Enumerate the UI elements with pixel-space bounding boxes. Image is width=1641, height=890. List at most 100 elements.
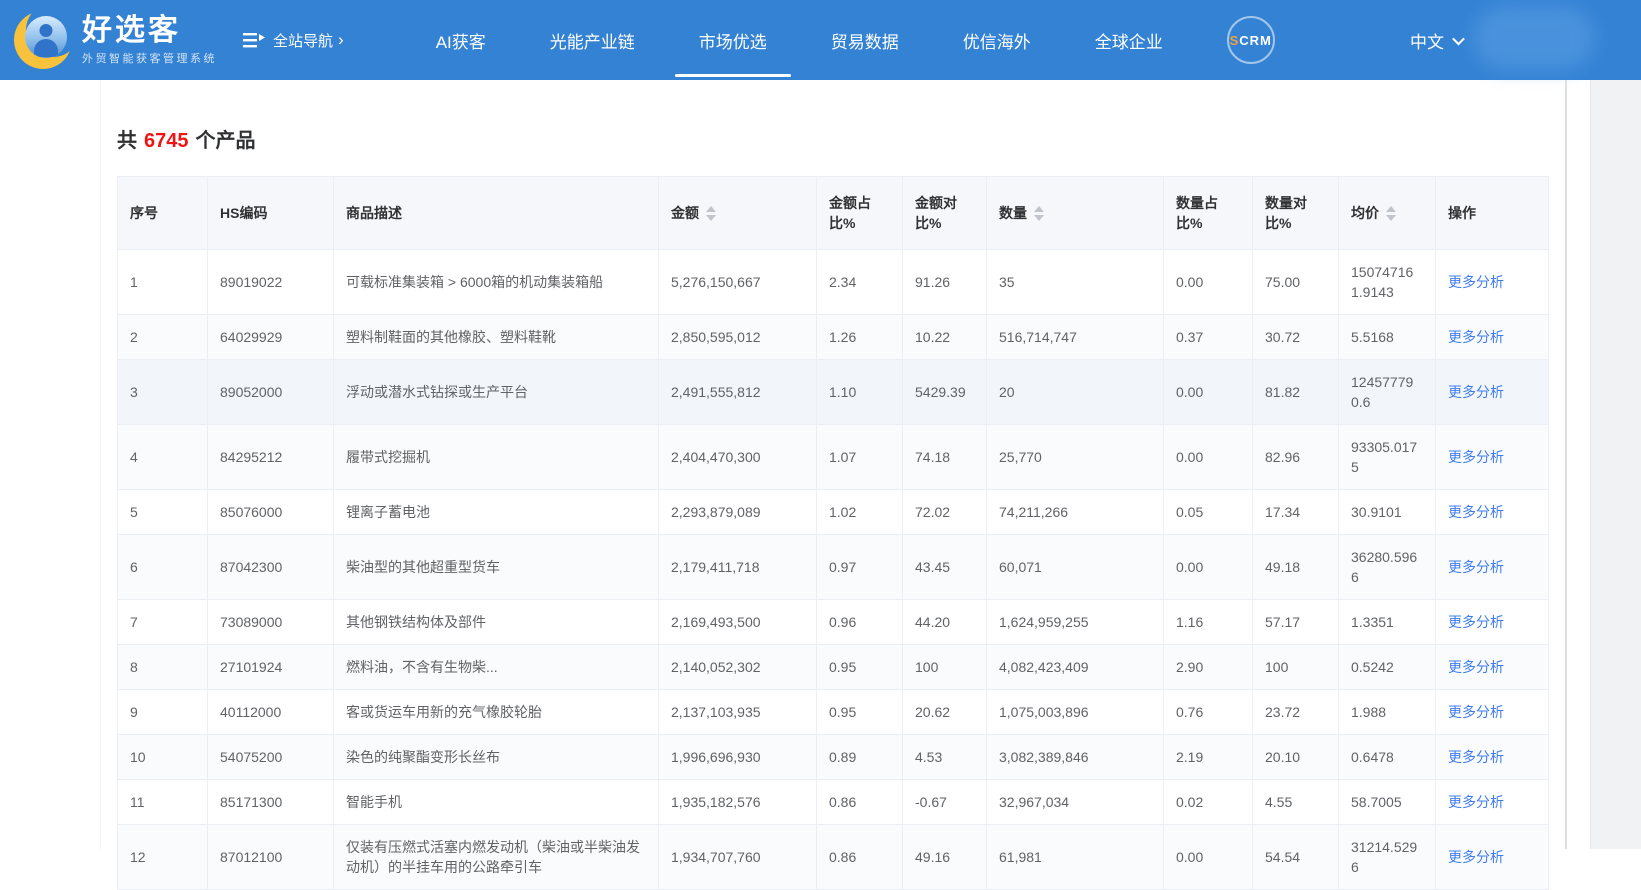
cell-quantity: 35: [986, 249, 1164, 315]
main-content: 共 6745 个产品 序号 HS编码 商品描述 金额 金额占比% 金额对比% 数量 数量占比% 数量…: [0, 124, 1641, 890]
nav-item-trade-data[interactable]: 贸易数据: [831, 28, 899, 53]
cell-amount: 2,404,470,300: [658, 424, 817, 490]
cell-amount: 2,293,879,089: [658, 489, 817, 535]
more-analysis-link[interactable]: 更多分析: [1448, 794, 1504, 810]
cell-index: 3: [117, 359, 208, 425]
sort-icon[interactable]: [706, 205, 716, 221]
cell-avg-price: 31214.5296: [1338, 824, 1436, 890]
site-nav-label: 全站导航: [273, 32, 334, 50]
cell-quantity-yoy: 20.10: [1252, 734, 1339, 780]
table-row: 5 85076000 锂离子蓄电池 2,293,879,089 1.02 72.02 74,…: [117, 489, 1549, 535]
more-analysis-link[interactable]: 更多分析: [1448, 659, 1504, 675]
cell-amount: 2,169,493,500: [658, 599, 817, 645]
cell-quantity-yoy: 23.72: [1252, 689, 1339, 735]
cell-amount: 2,491,555,812: [658, 359, 817, 425]
more-analysis-link[interactable]: 更多分析: [1448, 274, 1504, 290]
column-header-seq: 序号: [117, 176, 208, 250]
nav-item-global-company[interactable]: 全球企业: [1095, 28, 1163, 53]
nav-item-ai[interactable]: AI获客: [436, 28, 486, 53]
logo-text: 好选客 外贸智能获客管理系统: [82, 14, 217, 66]
nav-item-scrm[interactable]: S CRM: [1226, 16, 1275, 64]
column-label: 数量占比%: [1176, 195, 1218, 231]
menu-icon: [243, 33, 265, 48]
cell-quantity: 1,624,959,255: [986, 599, 1164, 645]
cell-amount-share: 1.02: [816, 489, 903, 535]
cell-description: 履带式挖掘机: [333, 424, 659, 490]
column-header-quantity-yoy: 数量对比%: [1252, 176, 1339, 250]
summary-prefix: 共: [117, 130, 137, 152]
cell-amount: 1,996,696,930: [658, 734, 817, 780]
sort-icon[interactable]: [1034, 205, 1044, 221]
cell-hs-code: 87012100: [207, 824, 334, 890]
scrollbar-track[interactable]: [1565, 80, 1567, 849]
column-header-amount[interactable]: 金额: [658, 176, 817, 250]
column-label: 金额对比%: [915, 195, 957, 231]
column-label: 金额占比%: [829, 195, 871, 231]
table-header-row: 序号 HS编码 商品描述 金额 金额占比% 金额对比% 数量 数量占比% 数量对比% 均价 操作: [117, 176, 1549, 250]
content-left-edge: [100, 80, 101, 849]
nav-item-market-select[interactable]: 市场优选: [699, 28, 767, 53]
more-analysis-link[interactable]: 更多分析: [1448, 449, 1504, 465]
cell-quantity-yoy: 81.82: [1252, 359, 1339, 425]
table-row: 8 27101924 燃料油，不含有生物柴... 2,140,052,302 0.95 1…: [117, 644, 1549, 690]
cell-actions: 更多分析: [1435, 689, 1549, 735]
column-label: 数量对比%: [1265, 195, 1307, 231]
column-header-quantity-share: 数量占比%: [1163, 176, 1253, 250]
more-analysis-link[interactable]: 更多分析: [1448, 849, 1504, 865]
column-header-hs-code: HS编码: [207, 176, 334, 250]
avatar[interactable]: [1473, 6, 1595, 70]
cell-index: 5: [117, 489, 208, 535]
more-analysis-link[interactable]: 更多分析: [1448, 559, 1504, 575]
cell-avg-price: 150747161.9143: [1338, 249, 1436, 315]
cell-quantity-share: 0.00: [1163, 424, 1253, 490]
table-row: 2 64029929 塑料制鞋面的其他橡胶、塑料鞋靴 2,850,595,012 1.2…: [117, 314, 1549, 360]
cell-quantity: 61,981: [986, 824, 1164, 890]
logo[interactable]: 好选客 外贸智能获客管理系统: [14, 3, 217, 69]
cell-index: 4: [117, 424, 208, 490]
cell-quantity-yoy: 17.34: [1252, 489, 1339, 535]
cell-amount: 2,140,052,302: [658, 644, 817, 690]
cell-actions: 更多分析: [1435, 314, 1549, 360]
product-count-summary: 共 6745 个产品: [117, 124, 1641, 153]
person-icon-body: [34, 39, 58, 57]
nav-item-youxin-overseas[interactable]: 优信海外: [963, 28, 1031, 53]
column-header-avg-price[interactable]: 均价: [1338, 176, 1436, 250]
cell-amount-share: 0.95: [816, 689, 903, 735]
more-analysis-link[interactable]: 更多分析: [1448, 614, 1504, 630]
cell-hs-code: 27101924: [207, 644, 334, 690]
cell-description: 锂离子蓄电池: [333, 489, 659, 535]
page-right-gutter: [1590, 80, 1641, 849]
cell-description: 塑料制鞋面的其他橡胶、塑料鞋靴: [333, 314, 659, 360]
cell-index: 8: [117, 644, 208, 690]
cell-quantity-share: 0.02: [1163, 779, 1253, 825]
cell-avg-price: 36280.5966: [1338, 534, 1436, 600]
column-label: 序号: [130, 205, 158, 221]
cell-quantity: 20: [986, 359, 1164, 425]
language-selector[interactable]: 中文: [1410, 28, 1465, 53]
nav-item-industry-chain[interactable]: 光能产业链: [550, 28, 635, 53]
cell-index: 6: [117, 534, 208, 600]
more-analysis-link[interactable]: 更多分析: [1448, 749, 1504, 765]
cell-index: 12: [117, 824, 208, 890]
more-analysis-link[interactable]: 更多分析: [1448, 384, 1504, 400]
scrm-label-s: S: [1229, 32, 1240, 48]
products-table: 序号 HS编码 商品描述 金额 金额占比% 金额对比% 数量 数量占比% 数量对比% 均价 操作 1…: [117, 176, 1549, 890]
more-analysis-link[interactable]: 更多分析: [1448, 704, 1504, 720]
column-header-quantity[interactable]: 数量: [986, 176, 1164, 250]
cell-amount-yoy: 5429.39: [902, 359, 987, 425]
column-label: 操作: [1448, 205, 1476, 221]
cell-avg-price: 1.988: [1338, 689, 1436, 735]
site-nav-button[interactable]: 全站导航 ›: [243, 30, 344, 51]
cell-index: 7: [117, 599, 208, 645]
cell-amount-share: 0.89: [816, 734, 903, 780]
cell-amount: 2,179,411,718: [658, 534, 817, 600]
cell-index: 1: [117, 249, 208, 315]
sort-icon[interactable]: [1386, 205, 1396, 221]
cell-hs-code: 87042300: [207, 534, 334, 600]
product-count: 6745: [144, 130, 189, 152]
more-analysis-link[interactable]: 更多分析: [1448, 504, 1504, 520]
person-badge: [25, 16, 67, 58]
more-analysis-link[interactable]: 更多分析: [1448, 329, 1504, 345]
column-label: 商品描述: [346, 205, 402, 221]
cell-amount-share: 1.07: [816, 424, 903, 490]
